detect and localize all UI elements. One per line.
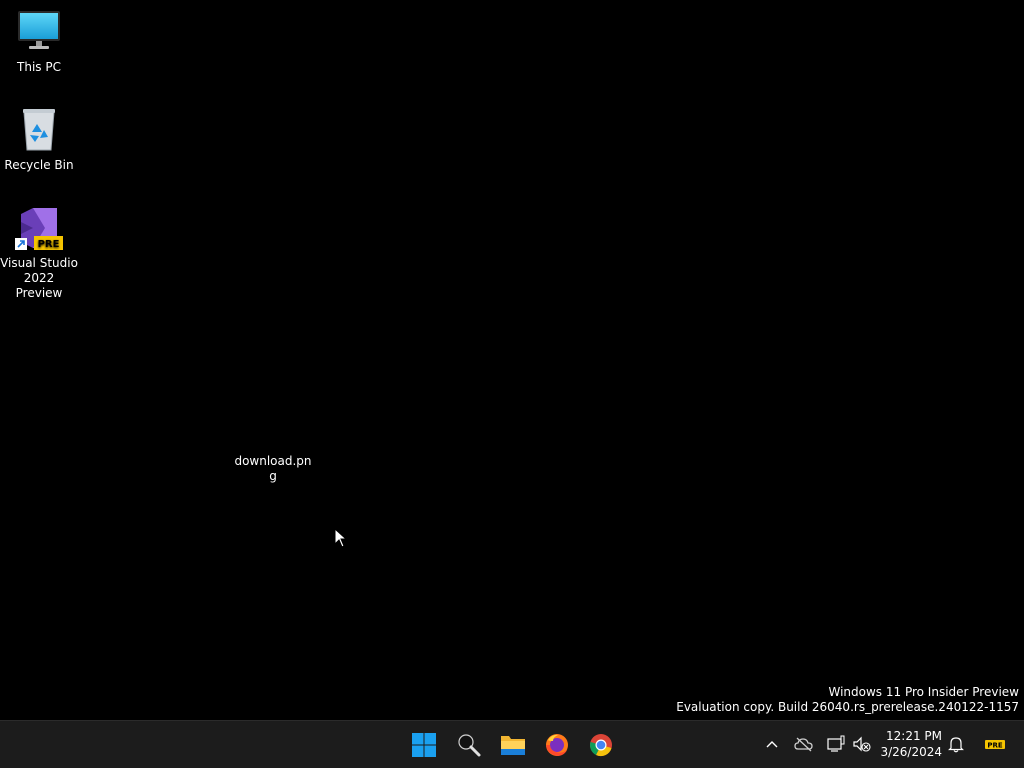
desktop-icon-this-pc[interactable]: This PC (0, 8, 78, 75)
monitor-icon (15, 8, 63, 56)
taskbar-clock[interactable]: 12:21 PM 3/26/2024 (878, 728, 942, 760)
search-icon (458, 734, 481, 757)
chevron-up-icon (766, 741, 778, 748)
desktop-icon-label: This PC (17, 60, 61, 74)
bell-icon (948, 737, 964, 753)
desktop-icon-recycle-bin[interactable]: Recycle Bin (0, 106, 78, 173)
desktop-icon-label: download.pn g (234, 454, 312, 483)
chrome-icon (590, 734, 612, 757)
mouse-cursor-icon (334, 527, 348, 548)
folder-icon (501, 736, 525, 755)
watermark-line-2: Evaluation copy. Build 26040.rs_prerelea… (676, 700, 1019, 714)
desktop-icon-label: Visual Studio 2022 Preview (0, 256, 78, 300)
search-button[interactable] (451, 727, 487, 763)
pre-badge-icon: PRE (985, 740, 1005, 750)
svg-text:PRE: PRE (38, 239, 60, 250)
onedrive-tray-button[interactable] (793, 733, 815, 755)
visual-studio-icon: PRE (15, 204, 63, 252)
network-icon (827, 735, 845, 752)
desktop-icon-download-png[interactable]: download.pn g (233, 402, 313, 484)
desktop[interactable]: This PC Recycle Bin PRE Visual Studio 20… (0, 0, 1024, 720)
recycle-bin-icon (15, 106, 63, 154)
insider-preview-tray-button[interactable]: PRE (984, 733, 1006, 755)
os-watermark: Windows 11 Pro Insider Preview Evaluatio… (676, 685, 1019, 715)
start-button[interactable] (406, 727, 442, 763)
notifications-button[interactable] (945, 733, 967, 755)
file-explorer-button[interactable] (495, 727, 531, 763)
desktop-icon-visual-studio[interactable]: PRE Visual Studio 2022 Preview (0, 204, 78, 301)
volume-muted-icon (853, 736, 871, 752)
volume-tray-button[interactable] (851, 733, 873, 755)
firefox-icon (546, 734, 568, 756)
show-hidden-icons-button[interactable] (761, 733, 783, 755)
svg-text:PRE: PRE (987, 742, 1003, 750)
clock-time: 12:21 PM (886, 729, 942, 743)
desktop-icon-label: Recycle Bin (4, 158, 74, 172)
image-file-icon (249, 402, 297, 450)
firefox-button[interactable] (539, 727, 575, 763)
taskbar: 12:21 PM 3/26/2024 PRE (0, 720, 1024, 768)
watermark-line-1: Windows 11 Pro Insider Preview (828, 685, 1019, 699)
clock-date: 3/26/2024 (880, 745, 942, 759)
windows-logo-icon (412, 733, 436, 757)
network-tray-button[interactable] (825, 733, 847, 755)
chrome-button[interactable] (583, 727, 619, 763)
onedrive-icon (794, 737, 813, 752)
